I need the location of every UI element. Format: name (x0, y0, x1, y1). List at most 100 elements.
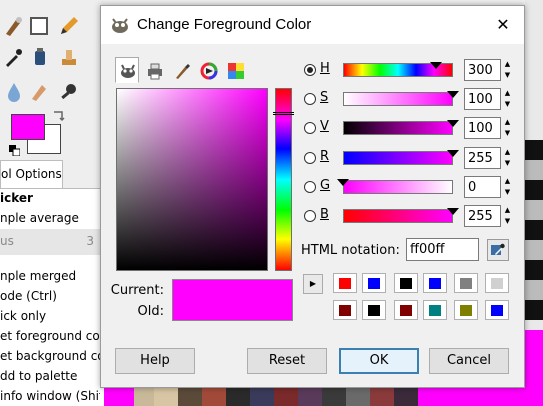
toolbox-panel: ol Options icker nple average us 3 nple … (0, 0, 104, 406)
ok-button[interactable]: OK (339, 348, 419, 374)
gimp-selector-icon (121, 64, 135, 78)
hue-strip[interactable] (275, 88, 292, 271)
radio-g[interactable] (304, 181, 316, 193)
ink-tool-icon[interactable] (27, 45, 51, 69)
channel-row-s: S 100 ▲ ▼ (304, 88, 519, 112)
foreground-color-swatch[interactable] (11, 114, 45, 140)
channel-letter-h: H (320, 61, 330, 76)
color-square[interactable] (116, 88, 268, 271)
slider-v-handle[interactable] (447, 120, 459, 127)
history-color-6[interactable] (485, 273, 509, 293)
spin-v-arrows[interactable]: ▲ ▼ (502, 117, 513, 139)
channel-row-g: G 0 ▲ ▼ (304, 176, 519, 200)
tab-scales-selector[interactable] (223, 57, 247, 83)
tab-gimp-selector[interactable] (115, 57, 139, 83)
history-color-8[interactable] (362, 300, 386, 320)
help-button[interactable]: Help (115, 348, 195, 374)
spin-g[interactable]: 0 (464, 176, 501, 198)
dialog-title: Change Foreground Color (137, 16, 312, 33)
history-color-3[interactable] (394, 273, 418, 293)
radio-v[interactable] (304, 122, 316, 134)
history-color-7[interactable] (333, 300, 357, 320)
tool-options-panel: icker nple average us 3 nple merged ode … (0, 188, 104, 406)
radio-b[interactable] (304, 210, 316, 222)
channel-letter-b: B (320, 207, 329, 222)
slider-g-handle[interactable] (337, 179, 349, 186)
close-icon: ✕ (496, 15, 510, 34)
tab-watercolor-selector[interactable] (169, 57, 193, 83)
channel-row-b: B 255 ▲ ▼ (304, 205, 519, 229)
smudge-tool-icon[interactable] (2, 14, 26, 38)
slider-r-handle[interactable] (447, 150, 459, 157)
html-notation-input[interactable]: ff00ff (406, 238, 479, 261)
radius-slider[interactable]: us 3 (0, 229, 100, 255)
history-color-2[interactable] (362, 273, 386, 293)
dodge-burn-tool-icon[interactable] (57, 80, 81, 104)
slider-b[interactable] (343, 209, 453, 223)
close-button[interactable]: ✕ (488, 13, 518, 37)
spin-s[interactable]: 100 (464, 88, 501, 110)
watercolor-brush-icon (176, 64, 190, 79)
dialog-titlebar[interactable]: Change Foreground Color ✕ (101, 6, 524, 44)
blend-tool-icon[interactable] (27, 14, 51, 38)
set-foreground-radio[interactable]: et foreground color (0, 329, 100, 343)
history-color-5[interactable] (454, 273, 478, 293)
hue-marker[interactable] (273, 112, 294, 115)
spin-b[interactable]: 255 (464, 205, 501, 227)
channel-letter-v: V (320, 119, 329, 134)
heal-tool-icon[interactable] (27, 80, 51, 104)
history-arrow-button[interactable]: ▶ (303, 274, 323, 294)
spin-b-arrows[interactable]: ▲ ▼ (502, 205, 513, 227)
spin-r[interactable]: 255 (464, 147, 501, 169)
html-notation-label: HTML notation: (301, 243, 400, 258)
spin-h-arrows[interactable]: ▲ ▼ (502, 59, 513, 81)
spin-h[interactable]: 300 (464, 59, 501, 81)
color-wheel-icon (200, 62, 218, 80)
slider-g[interactable] (343, 180, 453, 194)
set-background-radio[interactable]: et background color (0, 349, 100, 363)
blur-tool-icon[interactable] (2, 80, 26, 104)
pick-only-radio[interactable]: ick only (0, 309, 100, 323)
slider-b-handle[interactable] (447, 208, 459, 215)
pick-color-button[interactable] (487, 239, 509, 261)
channel-letter-s: S (320, 90, 329, 105)
swap-colors-icon[interactable] (52, 108, 66, 122)
spin-r-arrows[interactable]: ▲ ▼ (502, 147, 513, 169)
channel-letter-r: R (320, 149, 330, 164)
history-color-11[interactable] (454, 300, 478, 320)
radio-s[interactable] (304, 93, 316, 105)
history-color-12[interactable] (485, 300, 509, 320)
slider-v[interactable] (343, 121, 453, 135)
spin-v[interactable]: 100 (464, 117, 501, 139)
cancel-button[interactable]: Cancel (429, 348, 509, 374)
tab-cmyk-selector[interactable] (142, 57, 166, 83)
old-label: Old: (137, 304, 164, 319)
slider-r[interactable] (343, 151, 453, 165)
image-canvas-edge (525, 0, 543, 406)
pencil-tool-icon[interactable] (57, 14, 81, 38)
reset-colors-icon[interactable] (9, 145, 21, 157)
radio-h[interactable] (304, 64, 316, 76)
history-color-4[interactable] (423, 273, 447, 293)
channel-row-h: H 300 ▲ ▼ (304, 59, 519, 83)
sample-merged-checkbox[interactable]: nple merged (0, 269, 100, 283)
tab-wheel-selector[interactable] (196, 57, 220, 83)
history-color-1[interactable] (333, 273, 357, 293)
eyedropper-tool-icon[interactable] (2, 45, 26, 69)
reset-button[interactable]: Reset (247, 348, 327, 374)
spin-s-arrows[interactable]: ▲ ▼ (502, 88, 513, 110)
clone-stamp-tool-icon[interactable] (57, 45, 81, 69)
tab-tool-options[interactable]: ol Options (0, 160, 63, 188)
add-to-palette-radio[interactable]: dd to palette (0, 369, 100, 383)
radio-r[interactable] (304, 152, 316, 164)
slider-s[interactable] (343, 92, 453, 106)
slider-s-handle[interactable] (447, 91, 459, 98)
slider-h-handle[interactable] (430, 62, 442, 69)
history-color-9[interactable] (394, 300, 418, 320)
spin-g-arrows[interactable]: ▲ ▼ (502, 176, 513, 198)
old-color-swatch[interactable] (172, 300, 293, 321)
scales-icon (228, 63, 244, 79)
use-info-window-checkbox[interactable]: info window (Shift) (0, 389, 100, 403)
history-color-10[interactable] (423, 300, 447, 320)
sample-average-checkbox[interactable]: nple average (0, 211, 100, 225)
